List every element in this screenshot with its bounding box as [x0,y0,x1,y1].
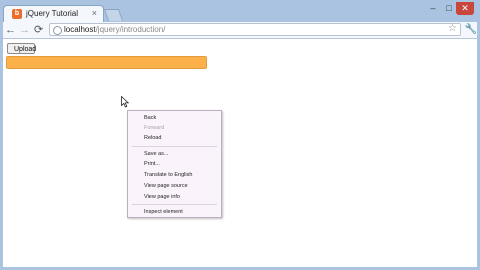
menu-separator [132,146,217,147]
address-host: localhost [64,25,96,34]
menu-separator [132,204,217,205]
menu-item-save-as[interactable]: Save as... [144,151,168,158]
star-icon[interactable]: ☆ [448,23,457,35]
back-button[interactable]: ← [5,23,16,37]
minimize-button[interactable]: – [426,2,440,15]
reload-button[interactable]: ⟳ [34,23,43,37]
menu-item-view-info[interactable]: View page info [144,194,180,201]
window-frame-left [0,22,3,270]
wrench-icon[interactable]: 🔧 [465,23,477,37]
mouse-cursor-icon [121,96,129,108]
address-path: /jquery/introduction/ [95,25,166,34]
menu-item-view-source[interactable]: View page source [144,183,188,190]
tab-close-icon[interactable]: × [92,8,97,19]
address-url: localhost/jquery/introduction/ [64,24,165,35]
forward-button[interactable]: → [19,23,30,37]
upload-button[interactable]: Upload [7,43,36,54]
tab-title: jQuery Tutorial [26,9,79,18]
menu-item-inspect[interactable]: Inspect element [144,209,183,216]
menu-item-print[interactable]: Print... [144,161,160,168]
menu-item-reload[interactable]: Reload [144,135,161,142]
upload-progress-bar [6,56,207,69]
address-bar[interactable]: localhost/jquery/introduction/ ☆ [49,23,461,36]
new-tab-button[interactable] [103,9,124,21]
tab-jquery-tutorial[interactable]: b jQuery Tutorial × [3,5,104,22]
maximize-button[interactable]: □ [442,2,456,15]
favicon-icon: b [12,9,22,19]
context-menu: Back Forward Reload Save as... Print... … [127,110,222,218]
close-window-button[interactable]: ✕ [456,2,474,15]
menu-item-forward[interactable]: Forward [144,125,164,132]
menu-item-translate[interactable]: Translate to English [144,172,192,179]
globe-icon [53,26,62,35]
menu-item-back[interactable]: Back [144,115,156,122]
title-bar: b jQuery Tutorial × – □ ✕ [0,0,480,22]
upload-progress-fill [7,57,206,68]
browser-toolbar: ← → ⟳ localhost/jquery/introduction/ ☆ 🔧 [0,22,480,39]
